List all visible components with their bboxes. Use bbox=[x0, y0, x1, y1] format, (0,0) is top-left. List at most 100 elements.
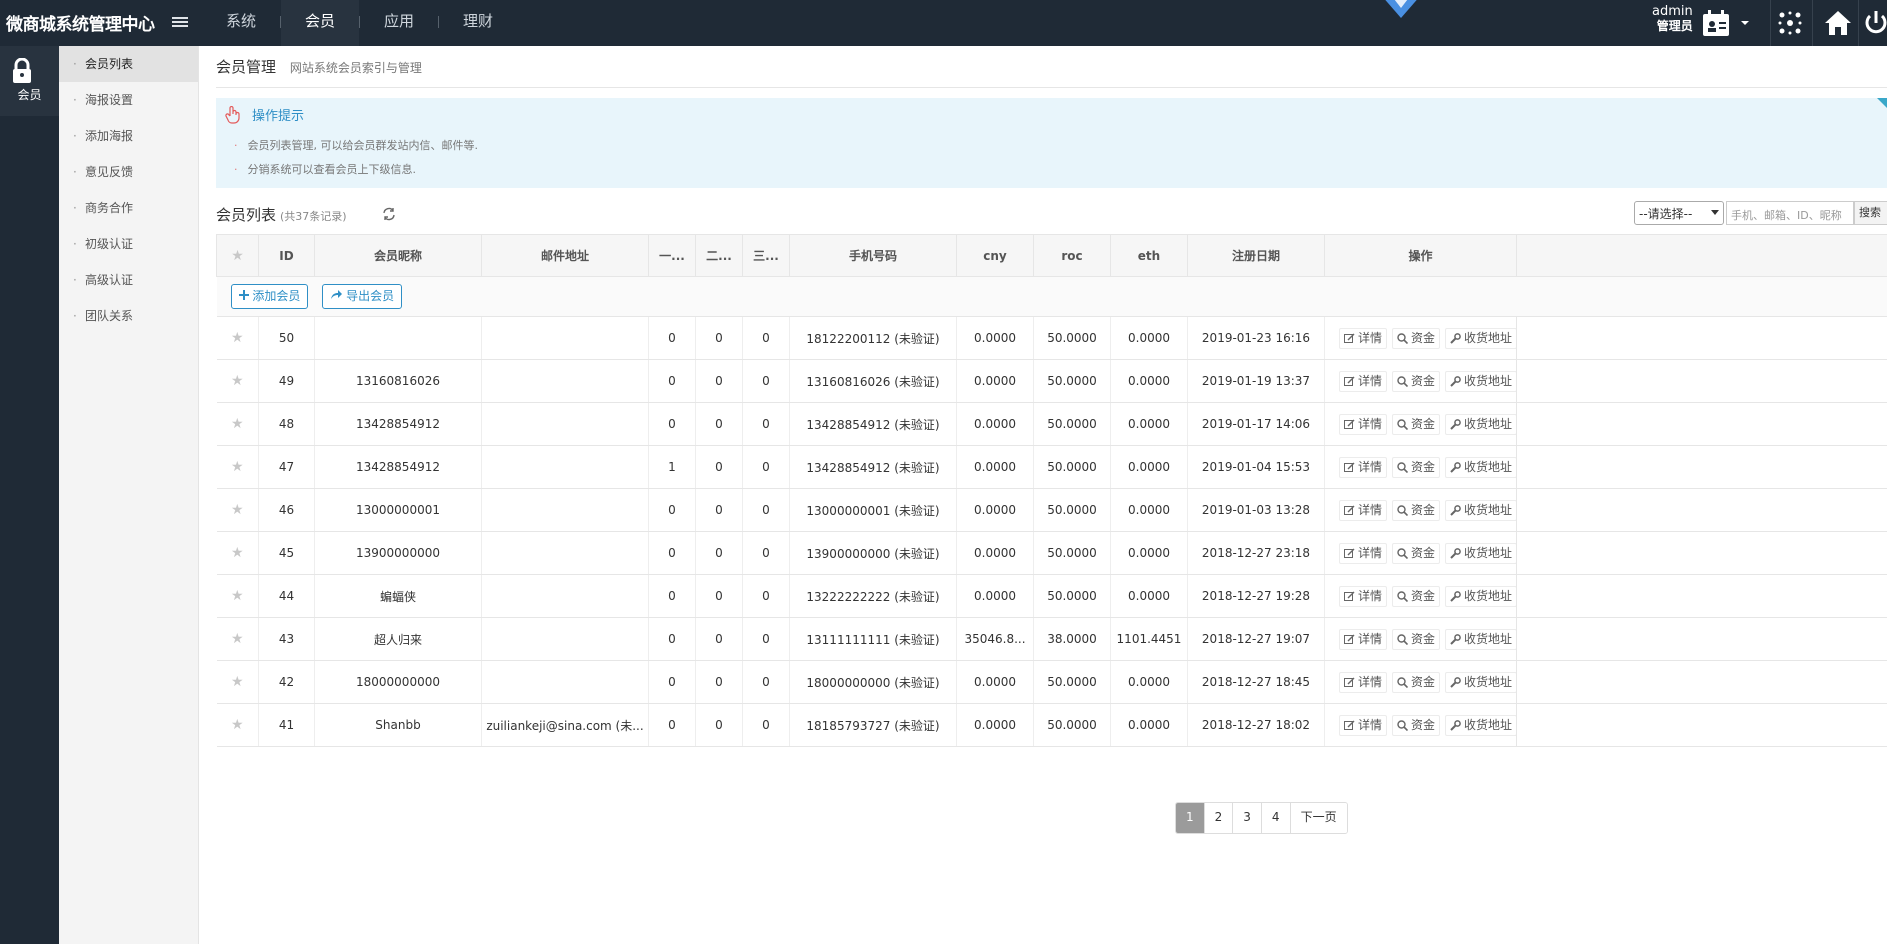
chevron-down-icon[interactable] bbox=[1738, 7, 1752, 39]
search-input[interactable]: 手机、邮箱、ID、昵称 bbox=[1726, 201, 1854, 225]
col-reg-date[interactable]: 注册日期 bbox=[1187, 234, 1325, 277]
submenu-item-business[interactable]: 商务合作 bbox=[59, 190, 198, 226]
cell-filler bbox=[1516, 703, 1887, 747]
refresh-icon[interactable] bbox=[382, 207, 396, 221]
export-member-button[interactable]: 导出会员 bbox=[322, 284, 403, 309]
tips-collapse-corner[interactable] bbox=[1877, 98, 1887, 108]
tips-title[interactable]: 操作提示 bbox=[224, 105, 304, 124]
nav-system[interactable]: 系统 bbox=[202, 0, 280, 46]
row-star[interactable]: ★ bbox=[216, 703, 259, 747]
table-row[interactable]: ★ 49 13160816026 0 0 0 13160816026 (未验证)… bbox=[216, 359, 1887, 403]
cell-actions: 详情 资金 收货地址 删除 bbox=[1324, 531, 1517, 575]
page-4-link[interactable]: 4 bbox=[1261, 803, 1291, 833]
nav-finance[interactable]: 理财 bbox=[439, 0, 517, 46]
table-row[interactable]: ★ 45 13900000000 0 0 0 13900000000 (未验证)… bbox=[216, 531, 1887, 575]
shipping-address-button[interactable]: 收货地址 bbox=[1445, 628, 1516, 650]
col-id[interactable]: ID bbox=[258, 234, 315, 277]
table-row[interactable]: ★ 46 13000000001 0 0 0 13000000001 (未验证)… bbox=[216, 488, 1887, 532]
detail-button[interactable]: 详情 bbox=[1339, 413, 1388, 435]
submenu-item-feedback[interactable]: 意见反馈 bbox=[59, 154, 198, 190]
home-icon[interactable] bbox=[1822, 7, 1854, 39]
col-email[interactable]: 邮件地址 bbox=[481, 234, 649, 277]
funds-button[interactable]: 资金 bbox=[1392, 542, 1441, 564]
network-icon[interactable] bbox=[1774, 7, 1806, 39]
table-row[interactable]: ★ 41 Shanbb zuiliankeji@sina.com (未... 0… bbox=[216, 703, 1887, 747]
col-level2[interactable]: 二... bbox=[695, 234, 743, 277]
nav-member[interactable]: 会员 bbox=[281, 0, 360, 46]
submenu-item-advanced-verify[interactable]: 高级认证 bbox=[59, 262, 198, 298]
detail-button[interactable]: 详情 bbox=[1339, 327, 1388, 349]
col-phone[interactable]: 手机号码 bbox=[789, 234, 957, 277]
funds-button[interactable]: 资金 bbox=[1392, 327, 1441, 349]
shipping-address-button[interactable]: 收货地址 bbox=[1445, 499, 1516, 521]
table-row[interactable]: ★ 48 13428854912 0 0 0 13428854912 (未验证)… bbox=[216, 402, 1887, 446]
detail-button[interactable]: 详情 bbox=[1339, 370, 1388, 392]
table-row[interactable]: ★ 43 超人归来 0 0 0 13111111111 (未验证) 35046.… bbox=[216, 617, 1887, 661]
menu-toggle-icon[interactable] bbox=[172, 17, 188, 30]
detail-button[interactable]: 详情 bbox=[1339, 628, 1388, 650]
row-star[interactable]: ★ bbox=[216, 445, 259, 489]
submenu-item-add-poster[interactable]: 添加海报 bbox=[59, 118, 198, 154]
submenu-item-team[interactable]: 团队关系 bbox=[59, 298, 198, 334]
funds-button[interactable]: 资金 bbox=[1392, 585, 1441, 607]
cell-level2: 0 bbox=[695, 531, 743, 575]
col-eth[interactable]: eth bbox=[1110, 234, 1188, 277]
table-row[interactable]: ★ 47 13428854912 1 0 0 13428854912 (未验证)… bbox=[216, 445, 1887, 489]
detail-button[interactable]: 详情 bbox=[1339, 542, 1388, 564]
submenu-item-basic-verify[interactable]: 初级认证 bbox=[59, 226, 198, 262]
cell-actions: 详情 资金 收货地址 删除 bbox=[1324, 402, 1517, 446]
shipping-address-button[interactable]: 收货地址 bbox=[1445, 456, 1516, 478]
detail-button[interactable]: 详情 bbox=[1339, 456, 1388, 478]
table-row[interactable]: ★ 44 蝙蝠侠 0 0 0 13222222222 (未验证) 0.0000 … bbox=[216, 574, 1887, 618]
shipping-address-button[interactable]: 收货地址 bbox=[1445, 327, 1516, 349]
detail-button[interactable]: 详情 bbox=[1339, 714, 1388, 736]
search-button[interactable]: 搜索 bbox=[1854, 201, 1887, 225]
funds-button[interactable]: 资金 bbox=[1392, 456, 1441, 478]
funds-button[interactable]: 资金 bbox=[1392, 628, 1441, 650]
funds-button[interactable]: 资金 bbox=[1392, 370, 1441, 392]
detail-button[interactable]: 详情 bbox=[1339, 671, 1388, 693]
next-page-link[interactable]: 下一页 bbox=[1290, 803, 1347, 833]
power-icon[interactable] bbox=[1862, 7, 1887, 39]
row-star[interactable]: ★ bbox=[216, 402, 259, 446]
table-row[interactable]: ★ 42 18000000000 0 0 0 18000000000 (未验证)… bbox=[216, 660, 1887, 704]
detail-button[interactable]: 详情 bbox=[1339, 499, 1388, 521]
row-star[interactable]: ★ bbox=[216, 488, 259, 532]
row-star[interactable]: ★ bbox=[216, 617, 259, 661]
cell-level1: 0 bbox=[648, 703, 696, 747]
col-cny[interactable]: cny bbox=[956, 234, 1034, 277]
add-member-button[interactable]: 添加会员 bbox=[230, 284, 309, 309]
nav-apps[interactable]: 应用 bbox=[360, 0, 438, 46]
shipping-address-button[interactable]: 收货地址 bbox=[1445, 714, 1516, 736]
shipping-address-button[interactable]: 收货地址 bbox=[1445, 542, 1516, 564]
funds-button[interactable]: 资金 bbox=[1392, 714, 1441, 736]
shipping-address-button[interactable]: 收货地址 bbox=[1445, 671, 1516, 693]
rail-item-member[interactable]: 会员 bbox=[0, 46, 59, 116]
admin-info[interactable]: admin 管理员 bbox=[1652, 5, 1693, 34]
shipping-address-button[interactable]: 收货地址 bbox=[1445, 585, 1516, 607]
row-star[interactable]: ★ bbox=[216, 359, 259, 403]
col-level1[interactable]: 一... bbox=[648, 234, 696, 277]
page-2-link[interactable]: 2 bbox=[1204, 803, 1234, 833]
detail-button[interactable]: 详情 bbox=[1339, 585, 1388, 607]
row-star[interactable]: ★ bbox=[216, 316, 259, 360]
col-level3[interactable]: 三... bbox=[742, 234, 790, 277]
table-row[interactable]: ★ 50 0 0 0 18122200112 (未验证) 0.0000 50.0… bbox=[216, 316, 1887, 360]
calendar-user-icon[interactable] bbox=[1700, 7, 1732, 39]
col-roc[interactable]: roc bbox=[1033, 234, 1111, 277]
funds-button[interactable]: 资金 bbox=[1392, 499, 1441, 521]
filter-select[interactable]: --请选择-- bbox=[1634, 201, 1724, 225]
shipping-address-button[interactable]: 收货地址 bbox=[1445, 370, 1516, 392]
row-star[interactable]: ★ bbox=[216, 531, 259, 575]
select-all-star[interactable]: ★ bbox=[216, 234, 259, 277]
funds-button[interactable]: 资金 bbox=[1392, 671, 1441, 693]
page-1-link[interactable]: 1 bbox=[1176, 803, 1205, 833]
col-nickname[interactable]: 会员昵称 bbox=[314, 234, 482, 277]
row-star[interactable]: ★ bbox=[216, 574, 259, 618]
funds-button[interactable]: 资金 bbox=[1392, 413, 1441, 435]
submenu-item-member-list[interactable]: 会员列表 bbox=[59, 46, 198, 82]
submenu-item-poster-settings[interactable]: 海报设置 bbox=[59, 82, 198, 118]
row-star[interactable]: ★ bbox=[216, 660, 259, 704]
shipping-address-button[interactable]: 收货地址 bbox=[1445, 413, 1516, 435]
page-3-link[interactable]: 3 bbox=[1233, 803, 1262, 833]
